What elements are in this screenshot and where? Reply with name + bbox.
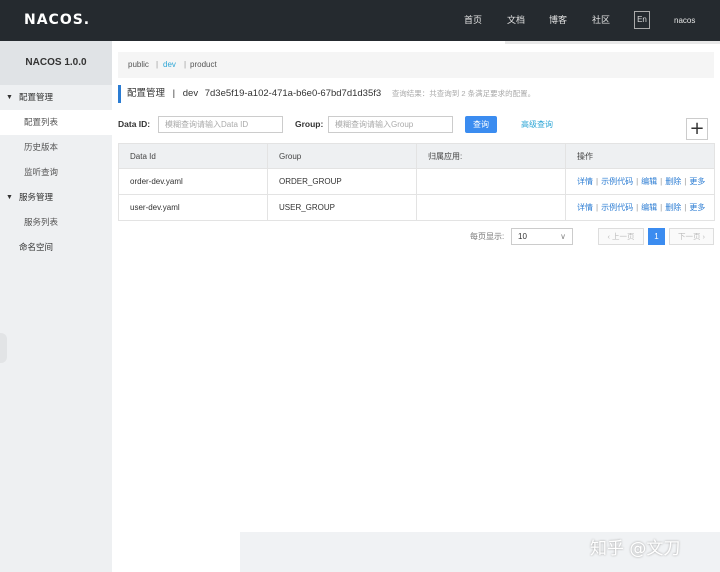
data-id-search-input[interactable] <box>158 116 283 133</box>
namespace-public[interactable]: public <box>128 52 149 78</box>
sidebar: NACOS 1.0.0 ▼ 配置管理 配置列表 历史版本 监听查询 ▼ 服务管理… <box>0 41 112 572</box>
add-config-button[interactable]: + <box>686 118 708 140</box>
detail-link[interactable]: 详情 <box>577 177 593 186</box>
config-table: Data Id Group 归属应用: 操作 order-dev.yaml OR… <box>118 143 715 221</box>
nav-docs-link[interactable]: 文档 <box>507 0 525 41</box>
sidebar-title: NACOS 1.0.0 <box>0 41 112 85</box>
page-title: 配置管理 | dev 7d3e5f19-a102-471a-b6e0-67bd7… <box>118 85 535 103</box>
watermark: 知乎 @文刀 <box>590 539 681 559</box>
title-separator: | <box>172 88 176 99</box>
cell-app <box>416 168 566 195</box>
cell-operations: 详情 | 示例代码 | 编辑 | 删除 | 更多 <box>565 194 715 221</box>
top-navbar: NACOS. 首页 文档 博客 社区 En nacos <box>0 0 720 41</box>
chevron-down-icon: ∨ <box>560 232 566 241</box>
delete-link[interactable]: 删除 <box>665 203 681 212</box>
sidebar-item-service-list[interactable]: 服务列表 <box>0 210 112 235</box>
detail-link[interactable]: 详情 <box>577 203 593 212</box>
op-separator: | <box>660 203 663 212</box>
op-separator: | <box>684 203 687 212</box>
prev-page-button[interactable]: ‹ 上一页 <box>598 228 644 245</box>
cell-app <box>416 194 566 221</box>
sidebar-collapse-handle[interactable] <box>0 333 7 363</box>
sidebar-item-listener-query[interactable]: 监听查询 <box>0 160 112 185</box>
nav-home-link[interactable]: 首页 <box>464 0 482 41</box>
sample-code-link[interactable]: 示例代码 <box>601 203 633 212</box>
cell-data-id: order-dev.yaml <box>118 168 268 195</box>
chevron-right-icon: › <box>700 232 706 241</box>
sidebar-item-config-management[interactable]: ▼ 配置管理 <box>0 85 112 110</box>
table-row: user-dev.yaml USER_GROUP 详情 | 示例代码 | 编辑 | 删除 | 更… <box>118 194 715 221</box>
cell-group: ORDER_GROUP <box>267 168 417 195</box>
nav-blog-link[interactable]: 博客 <box>549 0 567 41</box>
sidebar-item-label: 配置管理 <box>19 92 54 102</box>
language-toggle-button[interactable]: En <box>634 11 650 29</box>
sidebar-item-label: 服务管理 <box>19 192 54 202</box>
data-id-label: Data ID: <box>118 119 151 129</box>
page-number-current[interactable]: 1 <box>648 228 665 245</box>
sidebar-item-label: 监听查询 <box>24 167 59 177</box>
cell-operations: 详情 | 示例代码 | 编辑 | 删除 | 更多 <box>565 168 715 195</box>
sidebar-item-namespace[interactable]: 命名空间 <box>0 235 112 260</box>
page-size-select[interactable]: 10 ∨ <box>511 228 573 245</box>
op-separator: | <box>596 177 599 186</box>
namespace-bar: public | dev | product <box>118 52 714 78</box>
group-search-input[interactable] <box>328 116 453 133</box>
next-page-label: 下一页 <box>677 232 701 241</box>
query-button[interactable]: 查询 <box>465 116 497 133</box>
page-size-label: 每页显示: <box>470 232 505 241</box>
op-separator: | <box>636 177 639 186</box>
namespace-separator: | <box>156 60 159 69</box>
sidebar-item-label: 命名空间 <box>19 242 54 252</box>
advanced-query-link[interactable]: 高级查询 <box>521 116 553 133</box>
column-header-app[interactable]: 归属应用: <box>416 143 566 169</box>
namespace-dev[interactable]: dev <box>163 52 176 78</box>
user-name[interactable]: nacos <box>674 0 695 41</box>
nacos-logo[interactable]: NACOS. <box>24 12 90 28</box>
sidebar-item-service-management[interactable]: ▼ 服务管理 <box>0 185 112 210</box>
sample-code-link[interactable]: 示例代码 <box>601 177 633 186</box>
group-label: Group: <box>295 119 324 129</box>
more-link[interactable]: 更多 <box>689 177 705 186</box>
delete-link[interactable]: 删除 <box>665 177 681 186</box>
column-header-data-id[interactable]: Data Id <box>118 143 268 169</box>
prev-page-label: 上一页 <box>612 232 635 241</box>
page-size-value: 10 <box>518 232 527 241</box>
op-separator: | <box>684 177 687 186</box>
column-header-group[interactable]: Group <box>267 143 417 169</box>
caret-down-icon: ▼ <box>6 94 13 101</box>
table-header-row: Data Id Group 归属应用: 操作 <box>118 143 715 169</box>
namespace-name: dev <box>182 88 199 99</box>
namespace-product[interactable]: product <box>190 52 217 78</box>
next-page-button[interactable]: 下一页 › <box>669 228 714 245</box>
namespace-separator: | <box>184 60 187 69</box>
table-row: order-dev.yaml ORDER_GROUP 详情 | 示例代码 | 编辑 | 删除… <box>118 168 715 195</box>
op-separator: | <box>596 203 599 212</box>
more-link[interactable]: 更多 <box>689 203 705 212</box>
edit-link[interactable]: 编辑 <box>641 177 657 186</box>
sidebar-item-label: 服务列表 <box>24 217 59 227</box>
cell-group: USER_GROUP <box>267 194 417 221</box>
op-separator: | <box>660 177 663 186</box>
nav-community-link[interactable]: 社区 <box>592 0 610 41</box>
sidebar-item-history[interactable]: 历史版本 <box>0 135 112 160</box>
caret-down-icon: ▼ <box>6 194 13 201</box>
cell-data-id: user-dev.yaml <box>118 194 268 221</box>
query-result-hint: 查询结果：共查询到 2 条满足要求的配置。 <box>391 89 536 98</box>
sidebar-item-label: 配置列表 <box>24 117 59 127</box>
edit-link[interactable]: 编辑 <box>641 203 657 212</box>
column-header-operations: 操作 <box>565 143 715 169</box>
sidebar-item-config-list[interactable]: 配置列表 <box>0 110 112 135</box>
namespace-id: 7d3e5f19-a102-471a-b6e0-67bd7d1d35f3 <box>204 88 382 99</box>
topbar-underline <box>505 41 720 44</box>
sidebar-item-label: 历史版本 <box>24 142 59 152</box>
op-separator: | <box>636 203 639 212</box>
page-title-text: 配置管理 <box>127 88 166 99</box>
